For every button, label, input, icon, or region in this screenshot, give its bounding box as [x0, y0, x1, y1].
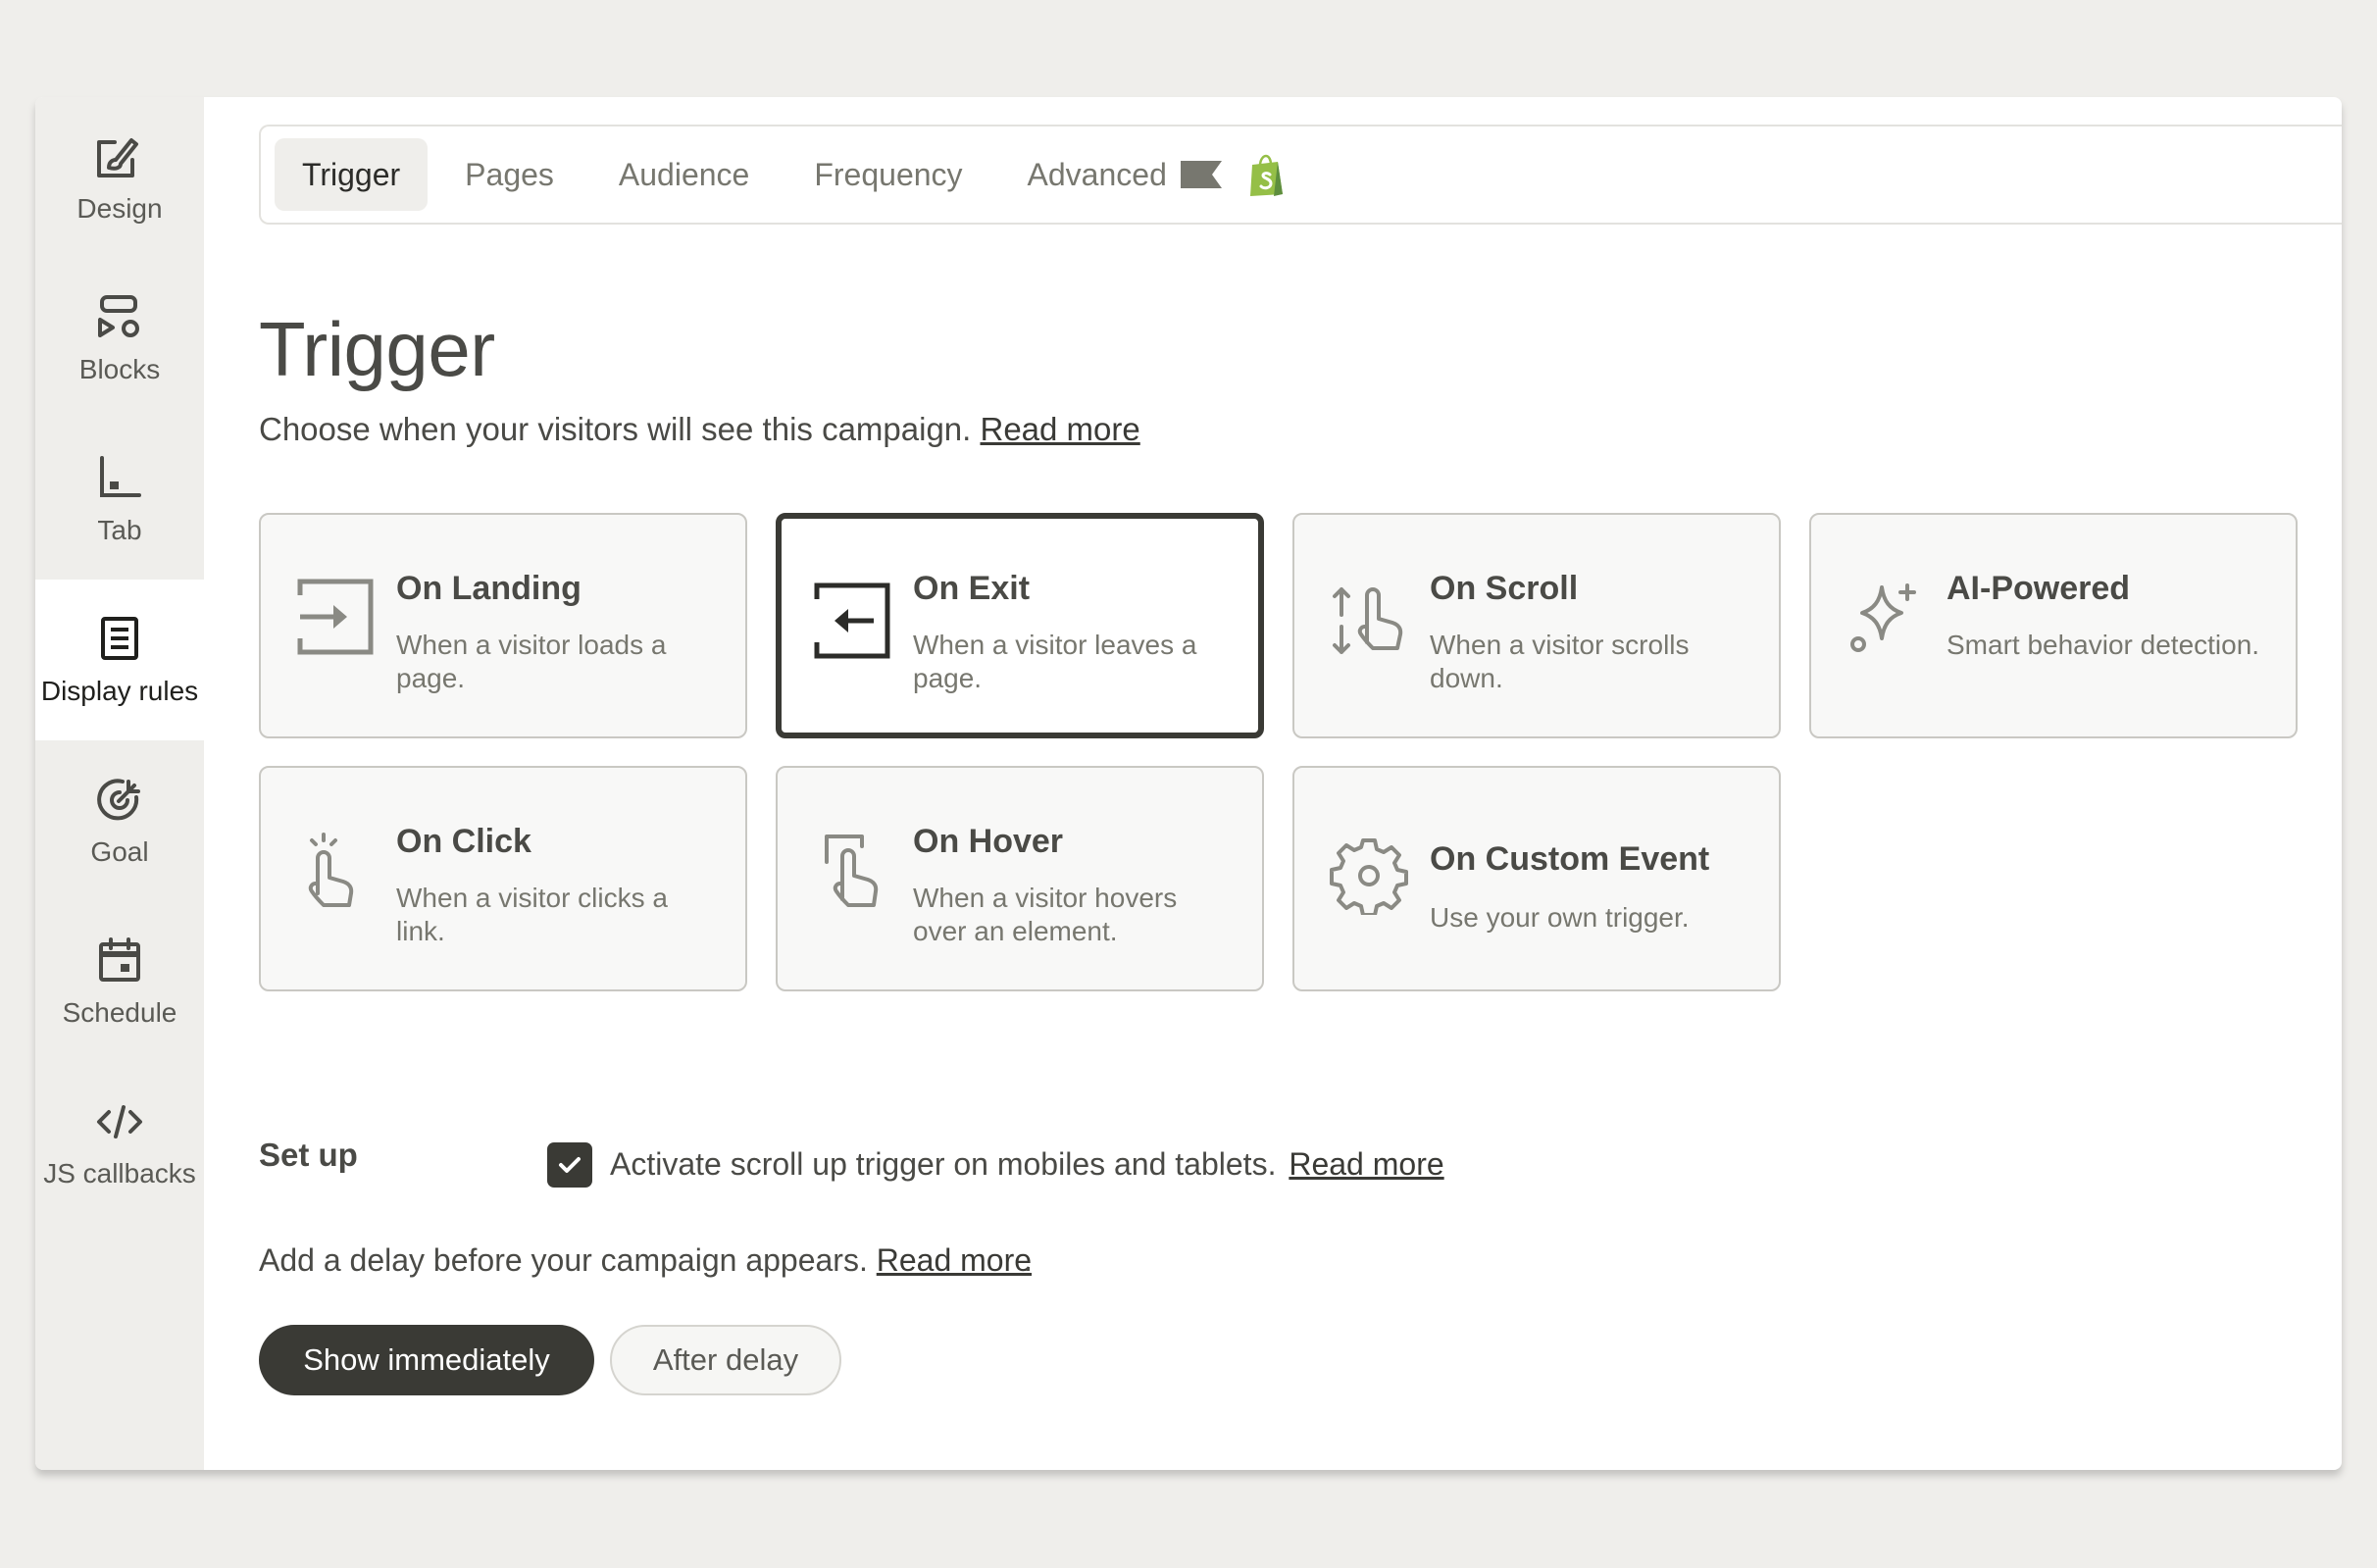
trigger-description: When a visitor loads a page.: [396, 630, 667, 693]
trigger-description: When a visitor scrolls down.: [1430, 630, 1690, 693]
trigger-description: When a visitor clicks a link.: [396, 883, 668, 946]
trigger-card-on-click[interactable]: On Click When a visitor clicks a link.: [259, 766, 747, 991]
trigger-description: Smart behavior detection.: [1947, 630, 2260, 660]
sidebar-item-tab[interactable]: Tab: [35, 419, 204, 580]
trigger-card-on-custom-event[interactable]: On Custom Event Use your own trigger.: [1292, 766, 1781, 991]
tab-trigger[interactable]: Trigger: [275, 138, 429, 211]
delay-suffix: .: [1024, 1242, 1033, 1278]
sidebar-item-js-callbacks[interactable]: JS callbacks: [35, 1062, 204, 1223]
page-subtitle: Choose when your visitors will see this …: [259, 411, 1140, 448]
tab-advanced[interactable]: Advanced: [1000, 138, 1185, 211]
subtitle-text: Choose when your visitors will see this …: [259, 411, 972, 447]
trigger-title: On Hover: [913, 823, 1064, 860]
setup-label: Set up: [259, 1137, 358, 1173]
trigger-card-on-hover[interactable]: On Hover When a visitor hovers over an e…: [776, 766, 1264, 991]
sidebar-item-label: Tab: [97, 515, 142, 545]
trigger-title: On Landing: [396, 570, 582, 607]
trigger-title: On Click: [396, 823, 531, 860]
setup-read-more-link[interactable]: Read more: [1289, 1146, 1443, 1182]
hover-hand-icon: [825, 835, 879, 907]
read-more-link[interactable]: Read more: [981, 411, 1140, 447]
delay-read-more-link[interactable]: Read more: [877, 1242, 1032, 1278]
goal-icon: [97, 779, 140, 821]
sidebar-item-blocks[interactable]: Blocks: [35, 258, 204, 419]
click-hand-icon: [308, 833, 354, 907]
sidebar-item-display-rules[interactable]: Display rules: [35, 580, 204, 740]
checkbox-label: Activate scroll up trigger on mobiles an…: [610, 1146, 1444, 1183]
checkbox-label-text: Activate scroll up trigger on mobiles an…: [610, 1146, 1277, 1182]
tab-audience[interactable]: Audience: [591, 138, 777, 211]
trigger-card-on-landing[interactable]: On Landing When a visitor loads a page.: [259, 513, 747, 738]
sidebar-item-design[interactable]: Design: [35, 97, 204, 258]
calendar-icon: [99, 937, 140, 982]
sidebar-item-label: Schedule: [62, 997, 177, 1028]
tab-pages[interactable]: Pages: [437, 138, 582, 211]
sidebar-item-label: Design: [76, 193, 163, 224]
sidebar-item-label: Display rules: [40, 676, 199, 706]
after-delay-button[interactable]: After delay: [610, 1325, 841, 1395]
page-title: Trigger: [259, 306, 495, 392]
scroll-hand-icon: [1333, 587, 1403, 654]
delay-text: Add a delay before your campaign appears…: [259, 1242, 868, 1278]
shopify-bag-icon: [1249, 154, 1283, 196]
tab-frequency[interactable]: Frequency: [786, 138, 989, 211]
gear-icon: [1330, 838, 1408, 915]
main-panel: Trigger Pages Audience Frequency Advance…: [204, 97, 2342, 1470]
sidebar-item-label: Goal: [90, 836, 149, 867]
exit-icon: [814, 582, 890, 659]
trigger-title: AI-Powered: [1947, 570, 2131, 607]
trigger-card-ai-powered[interactable]: AI-Powered Smart behavior detection.: [1809, 513, 2298, 738]
trigger-description: When a visitor leaves a page.: [913, 630, 1197, 693]
trigger-title: On Custom Event: [1430, 840, 1710, 878]
trigger-card-on-exit[interactable]: On Exit When a visitor leaves a page.: [776, 513, 1264, 738]
sidebar: Design Blocks Tab Display rules Goal Sch…: [35, 97, 204, 1470]
code-icon: [97, 1105, 142, 1138]
trigger-title: On Exit: [913, 570, 1031, 607]
trigger-card-on-scroll[interactable]: On Scroll When a visitor scrolls down.: [1292, 513, 1781, 738]
sidebar-item-label: JS callbacks: [43, 1158, 196, 1189]
enter-icon: [297, 579, 374, 655]
sidebar-item-schedule[interactable]: Schedule: [35, 901, 204, 1062]
sidebar-item-label: Blocks: [78, 354, 161, 384]
design-icon: [97, 138, 138, 177]
flag-icon: [1180, 161, 1222, 188]
sidebar-item-goal[interactable]: Goal: [35, 740, 204, 901]
show-immediately-button[interactable]: Show immediately: [259, 1325, 594, 1395]
delay-description: Add a delay before your campaign appears…: [259, 1242, 1033, 1279]
tab-icon: [100, 456, 141, 497]
sparkle-icon: [1850, 583, 1916, 652]
scroll-up-checkbox[interactable]: [547, 1142, 592, 1188]
blocks-icon: [98, 295, 139, 337]
checkmark-icon: [559, 1157, 581, 1173]
trigger-description: When a visitor hovers over an element.: [913, 883, 1178, 946]
tab-bar: Trigger Pages Audience Frequency Advance…: [259, 125, 2342, 225]
display-rules-icon: [101, 617, 138, 660]
trigger-title: On Scroll: [1430, 570, 1579, 607]
app-window: Design Blocks Tab Display rules Goal Sch…: [35, 97, 2342, 1470]
trigger-description: Use your own trigger.: [1430, 902, 1690, 933]
